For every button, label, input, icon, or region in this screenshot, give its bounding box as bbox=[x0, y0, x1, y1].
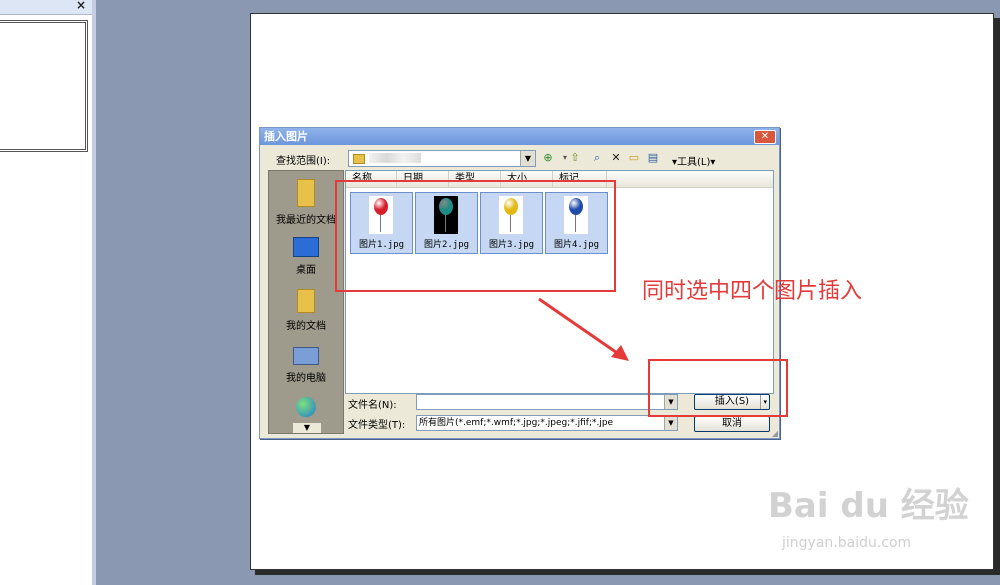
network-places-icon bbox=[296, 397, 316, 417]
place-recent-documents[interactable]: 我最近的文档 bbox=[269, 179, 343, 226]
places-bar: 我最近的文档 桌面 我的文档 我的电脑 ▼ bbox=[268, 170, 344, 434]
my-documents-icon bbox=[297, 289, 315, 313]
baidu-watermark-logo: Bai du 经验 bbox=[768, 478, 969, 527]
watermark-text: Bai du 经验 bbox=[768, 486, 969, 526]
chevron-down-icon[interactable]: ▼ bbox=[293, 423, 321, 433]
resize-grip-icon[interactable]: ◢ bbox=[772, 429, 778, 438]
place-my-computer[interactable]: 我的电脑 bbox=[269, 347, 343, 384]
folder-path-blurred bbox=[369, 153, 421, 163]
chevron-down-icon[interactable]: ▼ bbox=[664, 416, 677, 430]
lookin-combo[interactable]: ▼ bbox=[348, 150, 536, 167]
cancel-button[interactable]: 取消 bbox=[694, 416, 770, 432]
new-folder-icon[interactable]: ▭ bbox=[627, 151, 641, 164]
back-icon[interactable]: ⊕ bbox=[541, 151, 555, 164]
task-pane-header: × bbox=[0, 0, 92, 15]
place-label: 我的文档 bbox=[286, 321, 326, 332]
recent-documents-icon bbox=[297, 179, 315, 207]
filetype-value: 所有图片(*.emf;*.wmf;*.jpg;*.jpeg;*.jfif;*.j… bbox=[419, 418, 614, 428]
annotation-box-insert bbox=[648, 359, 788, 417]
place-label: 我最近的文档 bbox=[276, 215, 336, 226]
slide-thumbnail[interactable] bbox=[0, 20, 88, 152]
watermark-url: jingyan.baidu.com bbox=[782, 535, 912, 551]
annotation-text: 同时选中四个图片插入 bbox=[642, 279, 863, 304]
folder-icon bbox=[353, 154, 365, 164]
filename-label: 文件名(N): bbox=[348, 400, 397, 411]
place-label: 我的电脑 bbox=[286, 373, 326, 384]
chevron-down-icon[interactable]: ▼ bbox=[520, 151, 535, 166]
dialog-title: 插入图片 bbox=[264, 130, 308, 143]
views-icon[interactable]: ▤ bbox=[646, 151, 660, 164]
lookin-label: 查找范围(I): bbox=[276, 156, 331, 167]
close-icon[interactable]: ✕ bbox=[754, 130, 776, 144]
close-icon[interactable]: × bbox=[76, 0, 86, 12]
place-my-documents[interactable]: 我的文档 bbox=[269, 289, 343, 332]
place-desktop[interactable]: 桌面 bbox=[269, 237, 343, 276]
place-network[interactable] bbox=[269, 397, 343, 421]
my-computer-icon bbox=[293, 347, 319, 365]
dialog-titlebar[interactable]: 插入图片 ✕ bbox=[260, 128, 779, 145]
search-web-icon[interactable]: ⌕ bbox=[590, 151, 604, 164]
desktop-icon bbox=[293, 237, 319, 257]
filename-input[interactable]: ▼ bbox=[416, 394, 678, 410]
place-label: 桌面 bbox=[296, 265, 316, 276]
up-folder-icon[interactable]: ⇧ bbox=[568, 151, 582, 164]
filetype-select[interactable]: 所有图片(*.emf;*.wmf;*.jpg;*.jpeg;*.jfif;*.j… bbox=[416, 415, 678, 431]
task-pane: × bbox=[0, 0, 96, 585]
delete-icon[interactable]: ✕ bbox=[609, 151, 623, 164]
tools-menu[interactable]: ▾工具(L)▾ bbox=[672, 153, 715, 168]
filetype-label: 文件类型(T): bbox=[348, 420, 406, 431]
annotation-box-files bbox=[335, 180, 616, 292]
annotation-arrow bbox=[538, 297, 629, 361]
